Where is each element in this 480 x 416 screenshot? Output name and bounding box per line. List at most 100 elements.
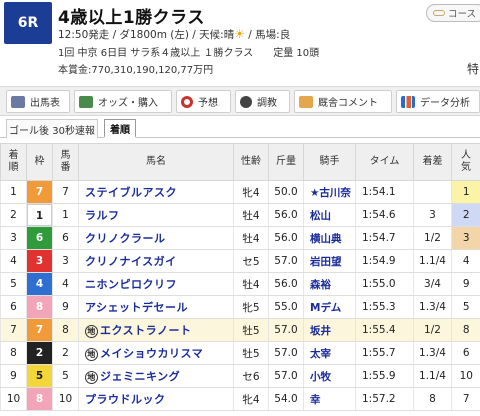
margin-cell: 1.1/4 [413,364,452,388]
umaban-cell: 5 [52,364,79,388]
rank-cell: 2 [0,203,27,227]
horse-name: ラルフ [85,209,120,222]
waku-cell: 1 [26,203,53,227]
horse-name-link[interactable]: ラルフ [78,203,234,227]
table-row[interactable]: 5 4 4 ニホンピロクリフ 牡4 56.0 森裕 1:55.0 3/4 9 [0,272,480,296]
tab-label: オッズ・購入 [98,98,158,109]
horse-name-link[interactable]: クリノクラール [78,226,234,250]
umaban-cell: 3 [52,249,79,273]
rank-cell: 10 [0,387,27,411]
popularity-cell: 9 [451,272,480,296]
header-jockey[interactable]: 騎手 [303,143,356,181]
jockey-link[interactable]: 小牧 [303,364,356,388]
weight-cell: 55.0 [268,295,304,319]
jockey-link[interactable]: 幸 [303,387,356,411]
tab-flash-result[interactable]: ゴール後 30秒速報 [6,119,98,138]
weight-cell: 56.0 [268,272,304,296]
header-popularity[interactable]: 人 気 [451,143,480,181]
table-row[interactable]: 8 2 2 地メイショウカリスマ 牡5 57.0 太宰 1:55.7 1.3/4 6 [0,341,480,365]
waku-cell: 8 [26,387,53,411]
tab-training[interactable]: 調教 [235,90,290,113]
popularity-cell: 8 [451,318,480,342]
race-conditions: 12:50発走 / ダ1800m (左) / 天候:晴☀ / 馬場:良 [58,27,290,42]
race-title: 4歳以上1勝クラス [58,8,205,28]
horse-name-link[interactable]: ステイブルアスク [78,180,234,204]
header-waku[interactable]: 枠 [26,143,53,181]
tab-prediction[interactable]: 予想 [176,90,231,113]
rank-cell: 1 [0,180,27,204]
course-oval-icon [433,10,445,16]
time-cell: 1:57.2 [355,387,414,411]
waku-badge: 4 [27,273,52,295]
waku-badge: 7 [27,319,52,341]
header-umaban[interactable]: 馬 番 [52,143,79,181]
horse-name-link[interactable]: 地エクストラノート [78,318,234,342]
horse-name-link[interactable]: 地ジェミニキング [78,364,234,388]
waku-badge: 8 [27,296,52,318]
umaban-cell: 7 [52,180,79,204]
tab-label: データ分析 [420,98,470,109]
sex-age-cell: 牡5 [233,341,269,365]
tab-odds-purchase[interactable]: オッズ・購入 [74,90,172,113]
race-nav-bar: 出馬表 オッズ・購入 予想 調教 厩舎コメント データ分析 [0,86,480,116]
popularity-cell: 2 [451,203,480,227]
waku-badge: 3 [27,250,52,272]
header-weight[interactable]: 斤量 [268,143,304,181]
tab-stable-comment[interactable]: 厩舎コメント [294,90,392,113]
waku-cell: 7 [26,180,53,204]
waku-badge: 7 [27,181,52,203]
jockey-link[interactable]: 坂井 [303,318,356,342]
jockey-link[interactable]: Mデム [303,295,356,319]
horse-name-link[interactable]: ニホンピロクリフ [78,272,234,296]
margin-cell: 8 [413,387,452,411]
header-sex-age[interactable]: 性齢 [233,143,269,181]
table-row[interactable]: 6 8 9 アシェットデセール 牝5 55.0 Mデム 1:55.3 1.3/4 5 [0,295,480,319]
jockey-link[interactable]: 太宰 [303,341,356,365]
tab-entry-list[interactable]: 出馬表 [6,90,70,113]
weight-cell: 57.0 [268,341,304,365]
horse-name-link[interactable]: クリノナイスガイ [78,249,234,273]
header-rank[interactable]: 着 順 [0,143,27,181]
waku-badge: 5 [27,365,52,387]
table-row[interactable]: 1 7 7 ステイブルアスク 牝4 50.0 ★古川奈 1:54.1 1 [0,180,480,204]
entry-list-icon [11,95,25,108]
umaban-cell: 6 [52,226,79,250]
course-button[interactable]: コース [426,4,480,22]
race-result-table: 着 順 枠 馬 番 馬名 性齢 斤量 騎手 タイム 着差 人 気 1 7 7 ステイブ… [0,143,480,411]
table-row[interactable]: 3 6 6 クリノクラール 牡4 56.0 横山典 1:54.7 1/2 3 [0,226,480,250]
table-row[interactable]: 4 3 3 クリノナイスガイ セ5 57.0 岩田望 1:54.9 1.1/4 4 [0,249,480,273]
horse-name-link[interactable]: アシェットデセール [78,295,234,319]
table-row[interactable]: 7 7 8 地エクストラノート 牡5 57.0 坂井 1:55.4 1/2 8 [0,318,480,342]
rank-cell: 4 [0,249,27,273]
jockey-link[interactable]: ★古川奈 [303,180,356,204]
popularity-cell: 3 [451,226,480,250]
umaban-cell: 8 [52,318,79,342]
weight-cell: 56.0 [268,203,304,227]
horse-name-link[interactable]: 地メイショウカリスマ [78,341,234,365]
header-margin[interactable]: 着差 [413,143,452,181]
horse-name: メイショウカリスマ [100,347,204,360]
horse-name-link[interactable]: プラウドルック [78,387,234,411]
waku-badge: 2 [27,342,52,364]
jockey-link[interactable]: 岩田望 [303,249,356,273]
table-row[interactable]: 9 5 5 地ジェミニキング セ6 57.0 小牧 1:55.9 1.1/4 10 [0,364,480,388]
table-row[interactable]: 10 8 10 プラウドルック 牝4 54.0 幸 1:57.2 8 7 [0,387,480,411]
time-cell: 1:55.9 [355,364,414,388]
margin-cell: 3/4 [413,272,452,296]
waku-cell: 7 [26,318,53,342]
jockey-link[interactable]: 松山 [303,203,356,227]
umaban-cell: 9 [52,295,79,319]
jockey-link[interactable]: 森裕 [303,272,356,296]
sex-age-cell: 牝5 [233,295,269,319]
weight-cell: 57.0 [268,249,304,273]
header-time[interactable]: タイム [355,143,414,181]
jockey-link[interactable]: 横山典 [303,226,356,250]
training-icon [240,95,252,108]
table-row[interactable]: 2 1 1 ラルフ 牡4 56.0 松山 1:54.6 3 2 [0,203,480,227]
tab-finish-order[interactable]: 着順 [104,119,136,138]
rank-cell: 5 [0,272,27,296]
time-cell: 1:54.1 [355,180,414,204]
tab-data-analysis[interactable]: データ分析 [396,90,480,113]
header-horse-name[interactable]: 馬名 [78,143,234,181]
track-condition: / 馬場:良 [244,29,291,41]
